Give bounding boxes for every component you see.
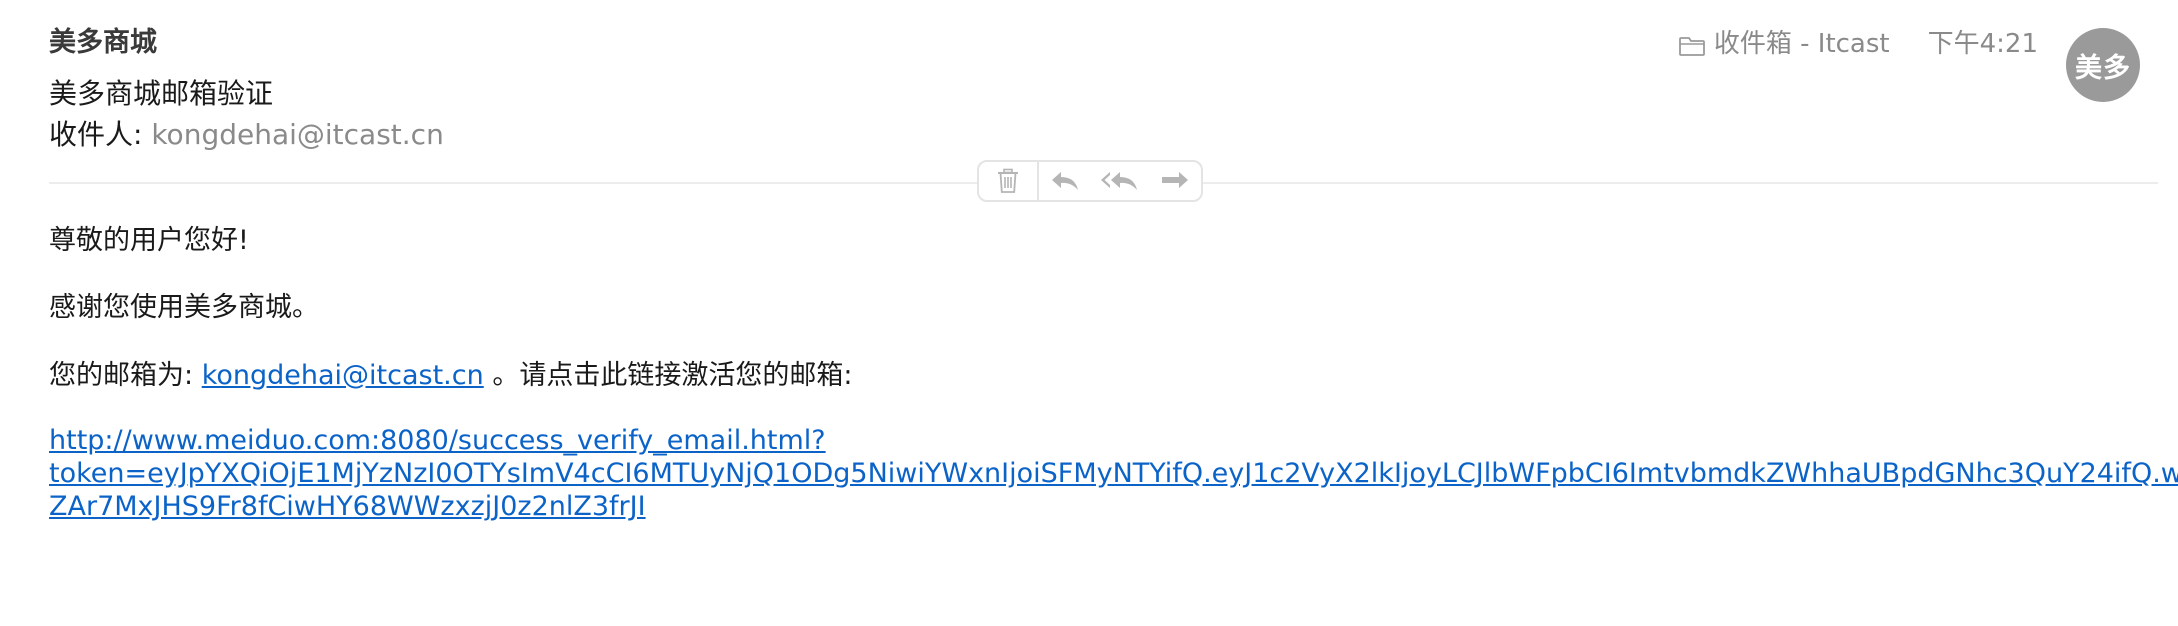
thanks-text: 感谢您使用美多商城。 — [49, 292, 319, 323]
message-toolbar — [977, 160, 1203, 202]
delete-button[interactable] — [979, 162, 1039, 200]
forward-button[interactable] — [1149, 162, 1201, 200]
greeting-text: 尊敬的用户您好! — [49, 225, 249, 256]
recipient-row: 收件人: kongdehai@itcast.cn — [49, 117, 444, 153]
trash-icon — [997, 168, 1019, 194]
reply-icon — [1050, 170, 1080, 192]
email-subject: 美多商城邮箱验证 — [49, 77, 274, 110]
mailbox-folder-label[interactable]: 收件箱 - Itcast — [1714, 28, 1890, 60]
recipient-address[interactable]: kongdehai@itcast.cn — [151, 118, 443, 151]
reply-all-button[interactable] — [1091, 162, 1149, 200]
verify-link-line: ZAr7MxJHS9Fr8fCiwHY68WWzxzjJ0z2nlZ3frJI — [49, 491, 646, 522]
recipient-label: 收件人: — [49, 118, 143, 151]
sender-avatar: 美多 — [2066, 28, 2140, 102]
folder-icon — [1678, 33, 1706, 56]
verify-link-line: http://www.meiduo.com:8080/success_verif… — [49, 425, 826, 456]
sender-name: 美多商城 — [49, 27, 157, 58]
forward-icon — [1160, 170, 1190, 192]
verify-link-line: token=eyJpYXQiOjE1MjYzNzI0OTYsImV4cCI6MT… — [49, 458, 2178, 489]
reply-all-icon — [1100, 170, 1140, 192]
email-view: 美多商城 美多商城邮箱验证 收件人: kongdehai@itcast.cn 收… — [0, 0, 2178, 626]
email-info-line: 您的邮箱为: kongdehai@itcast.cn 。请点击此链接激活您的邮箱… — [49, 359, 852, 393]
received-time: 下午4:21 — [1927, 29, 2038, 59]
email-meta: 收件箱 - Itcast 下午4:21 — [1678, 28, 2038, 60]
email-address-link[interactable]: kongdehai@itcast.cn — [202, 360, 484, 391]
verify-email-link[interactable]: http://www.meiduo.com:8080/success_verif… — [49, 424, 2178, 523]
reply-button[interactable] — [1039, 162, 1091, 200]
email-suffix: 。请点击此链接激活您的邮箱: — [492, 360, 853, 391]
email-prefix: 您的邮箱为: — [49, 360, 194, 391]
